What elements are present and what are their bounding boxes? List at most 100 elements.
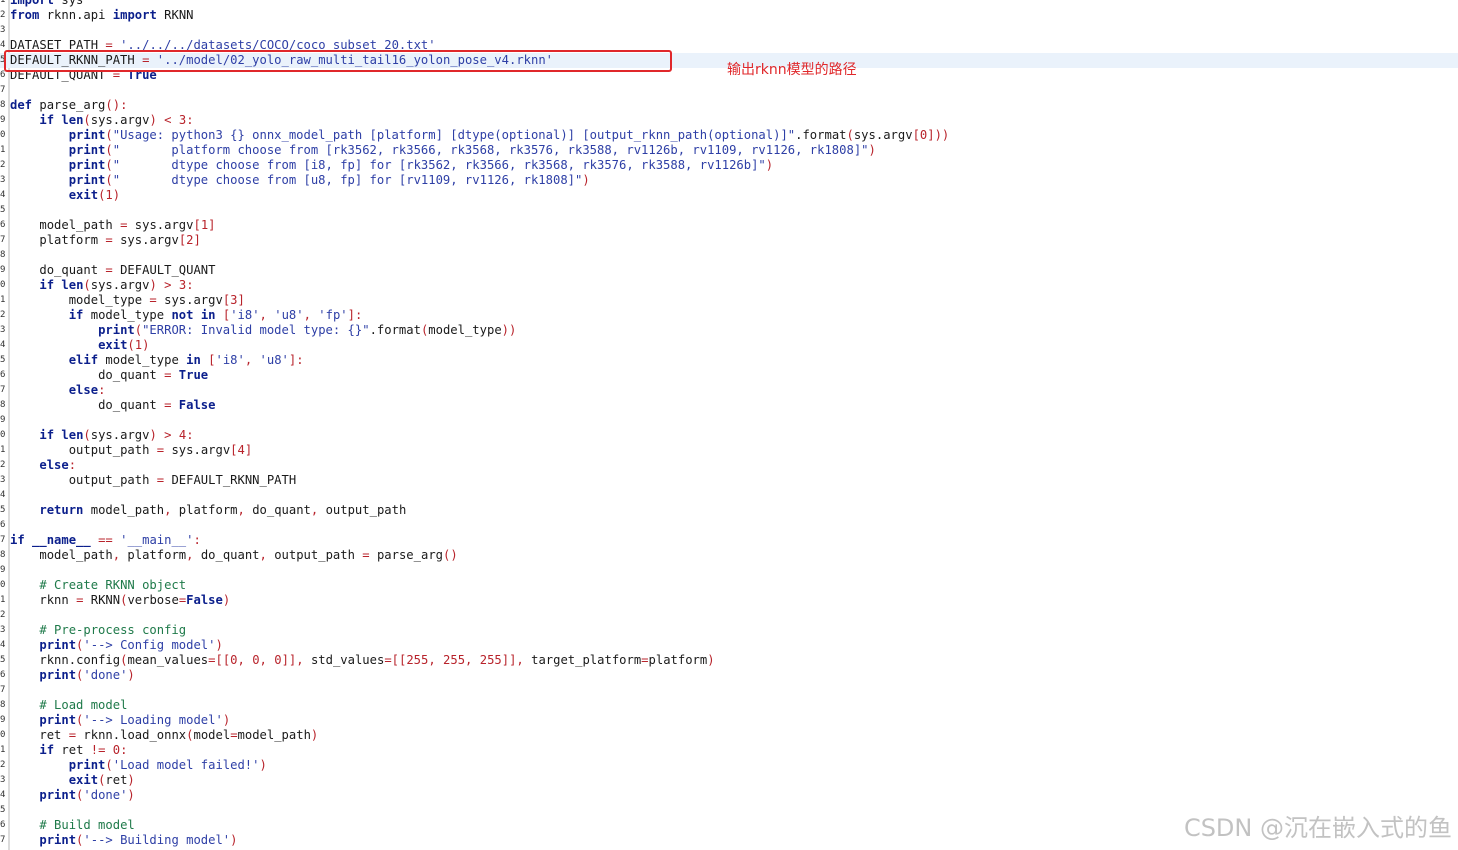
watermark: CSDN @沉在嵌入式的鱼 [1183,814,1452,842]
code-line[interactable]: 0 # Create RKNN object [0,578,1458,593]
code-text: do_quant = False [98,398,216,412]
code-line[interactable]: 2 [0,608,1458,623]
line-number: 4 [0,640,6,650]
code-line[interactable]: 3 print(" dtype choose from [u8, fp] for… [0,173,1458,188]
code-line[interactable]: 7 [0,683,1458,698]
code-text: platform = sys.argv[2] [39,233,201,247]
line-number: 1 [0,295,6,305]
code-line[interactable]: 9 [0,563,1458,578]
line-number: 9 [0,265,6,275]
line-number: 5 [0,805,6,815]
code-line[interactable]: 1 if ret != 0: [0,743,1458,758]
code-editor[interactable]: 1 import sys 2 from rknn.api import RKNN 3 4 D… [0,0,1458,850]
code-line[interactable]: 4 print('done') [0,788,1458,803]
line-number: 6 [0,370,6,380]
code-line[interactable]: 0 if len(sys.argv) > 3: [0,278,1458,293]
code-text: rknn.config(mean_values=[[0, 0, 0]], std… [39,653,715,667]
code-text: exit(1) [98,338,150,352]
code-line[interactable]: 6 [0,518,1458,533]
code-line[interactable]: 8 # Load model [0,698,1458,713]
code-line[interactable]: 4 exit(1) [0,188,1458,203]
code-text: print('--> Loading model') [39,713,231,727]
code-line[interactable]: 7 [0,83,1458,98]
line-number: 4 [0,790,6,800]
highlight-box [4,50,672,72]
code-line[interactable]: 9 print('--> Loading model') [0,713,1458,728]
line-number: 8 [0,400,6,410]
code-line[interactable]: 1 output_path = sys.argv[4] [0,443,1458,458]
code-text: # Create RKNN object [39,578,187,592]
code-line[interactable]: 7 if __name__ == '__main__': [0,533,1458,548]
line-number: 0 [0,130,6,140]
code-line[interactable]: 9 [0,413,1458,428]
code-line[interactable]: 7 platform = sys.argv[2] [0,233,1458,248]
code-line[interactable]: 5 [0,203,1458,218]
code-text: elif model_type in ['i8', 'u8']: [68,353,304,367]
line-number: 1 [0,745,6,755]
line-number: 4 [0,190,6,200]
code-line[interactable]: 8 [0,248,1458,263]
code-line[interactable]: 1 rknn = RKNN(verbose=False) [0,593,1458,608]
line-number: 2 [0,160,6,170]
code-line[interactable]: 6 do_quant = True [0,368,1458,383]
line-number: 3 [0,325,6,335]
code-line[interactable]: 8 model_path, platform, do_quant, output… [0,548,1458,563]
line-number: 9 [0,115,6,125]
code-text: if __name__ == '__main__': [10,533,201,547]
code-text: do_quant = DEFAULT_QUANT [39,263,216,277]
line-number: 3 [0,175,6,185]
line-number: 1 [0,595,6,605]
code-text: print('done') [39,668,135,682]
code-text: model_path = sys.argv[1] [39,218,216,232]
line-number: 6 [0,220,6,230]
code-line[interactable]: 0 ret = rknn.load_onnx(model=model_path) [0,728,1458,743]
code-line[interactable]: 2 if model_type not in ['i8', 'u8', 'fp'… [0,308,1458,323]
code-line[interactable]: 1 print(" platform choose from [rk3562, … [0,143,1458,158]
code-line[interactable]: 5 elif model_type in ['i8', 'u8']: [0,353,1458,368]
code-line[interactable]: 1 model_type = sys.argv[3] [0,293,1458,308]
code-line[interactable]: 3 print("ERROR: Invalid model type: {}".… [0,323,1458,338]
code-line[interactable]: 5 return model_path, platform, do_quant,… [0,503,1458,518]
code-line[interactable]: 6 model_path = sys.argv[1] [0,218,1458,233]
code-line[interactable]: 0 if len(sys.argv) > 4: [0,428,1458,443]
code-line[interactable]: 2 print(" dtype choose from [i8, fp] for… [0,158,1458,173]
code-text: output_path = sys.argv[4] [68,443,253,457]
code-line[interactable]: 0 print("Usage: python3 {} onnx_model_pa… [0,128,1458,143]
code-line[interactable]: 3 [0,23,1458,38]
code-text: def parse_arg(): [10,98,128,112]
line-number: 7 [0,535,6,545]
code-line[interactable]: 3 exit(ret) [0,773,1458,788]
code-line[interactable]: 3 # Pre-process config [0,623,1458,638]
code-line[interactable]: 2 from rknn.api import RKNN [0,8,1458,23]
code-line[interactable]: 8 def parse_arg(): [0,98,1458,113]
code-line[interactable]: 4 print('--> Config model') [0,638,1458,653]
code-text: ret = rknn.load_onnx(model=model_path) [39,728,319,742]
code-line[interactable]: 4 [0,488,1458,503]
code-text: model_path, platform, do_quant, output_p… [39,548,458,562]
line-number: 7 [0,685,6,695]
line-number: 2 [0,460,6,470]
code-line[interactable]: 4 exit(1) [0,338,1458,353]
code-line[interactable]: 9 if len(sys.argv) < 3: [0,113,1458,128]
code-line[interactable]: 2 else: [0,458,1458,473]
code-line[interactable]: 7 else: [0,383,1458,398]
line-number: 0 [0,580,6,590]
code-text: if model_type not in ['i8', 'u8', 'fp']: [68,308,363,322]
code-line[interactable]: 1 import sys [0,0,1458,8]
code-text: output_path = DEFAULT_RKNN_PATH [68,473,297,487]
code-line[interactable]: 2 print('Load model failed!') [0,758,1458,773]
code-text: print('--> Config model') [39,638,223,652]
line-number: 6 [0,820,6,830]
line-number: 5 [0,205,6,215]
code-text: if len(sys.argv) < 3: [39,113,194,127]
code-line[interactable]: 6 print('done') [0,668,1458,683]
code-text: print(" dtype choose from [u8, fp] for [… [68,173,590,187]
line-number: 2 [0,760,6,770]
code-line[interactable]: 3 output_path = DEFAULT_RKNN_PATH [0,473,1458,488]
line-number: 3 [0,625,6,635]
code-line[interactable]: 9 do_quant = DEFAULT_QUANT [0,263,1458,278]
code-line[interactable]: 8 do_quant = False [0,398,1458,413]
code-line[interactable]: 5 rknn.config(mean_values=[[0, 0, 0]], s… [0,653,1458,668]
line-number: 4 [0,340,6,350]
annotation-text: 输出rknn模型的路径 [727,62,857,78]
